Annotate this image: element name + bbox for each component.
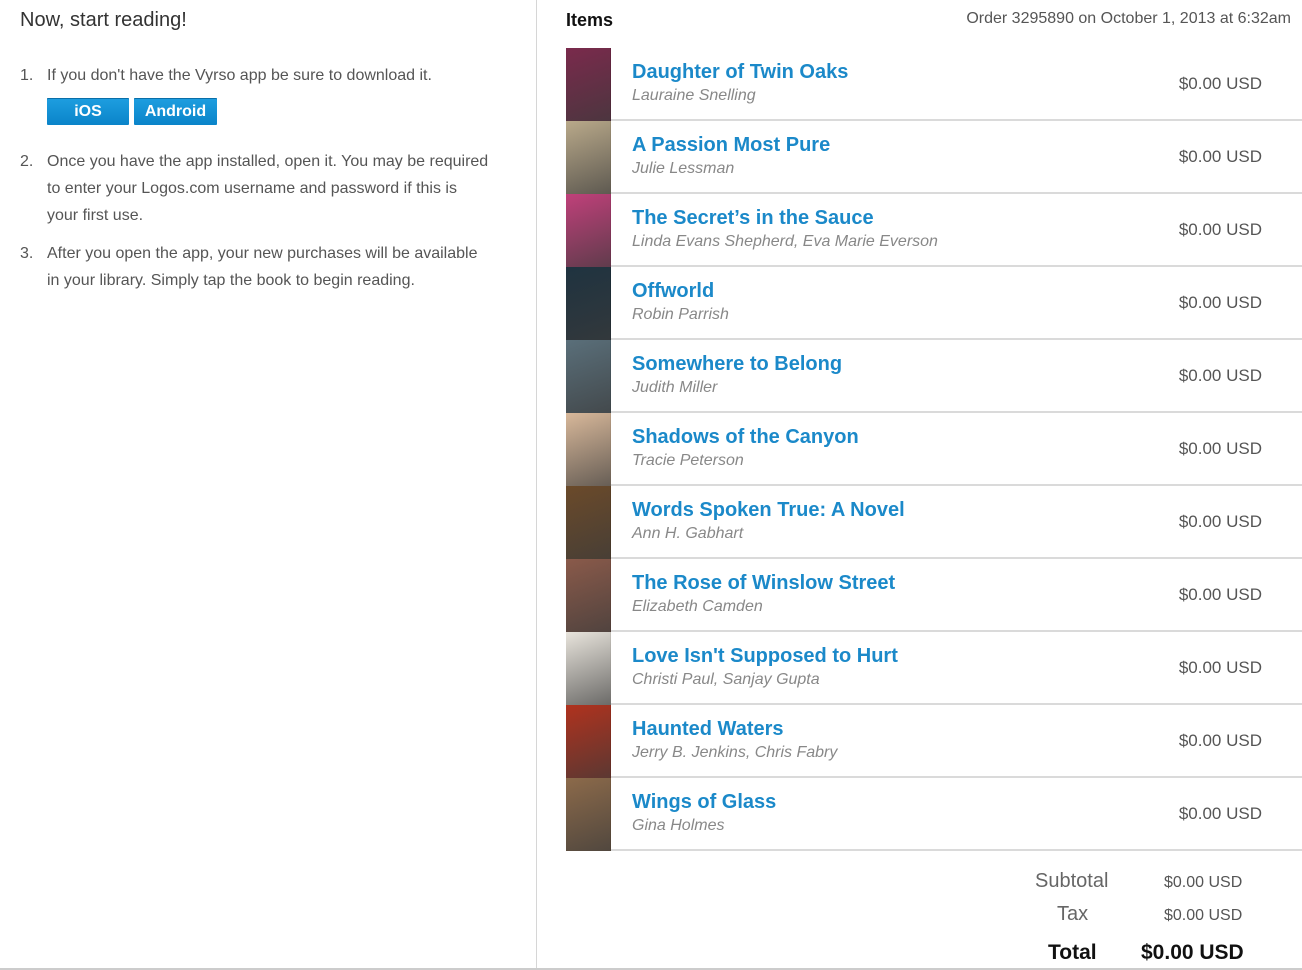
order-item: Wings of Glass Gina Holmes $0.00 USD bbox=[566, 778, 1302, 851]
order-item: Offworld Robin Parrish $0.00 USD bbox=[566, 267, 1302, 340]
book-title-link[interactable]: Love Isn't Supposed to Hurt bbox=[632, 645, 898, 668]
item-price: $0.00 USD bbox=[1178, 658, 1262, 677]
item-price: $0.00 USD bbox=[1178, 147, 1262, 166]
ios-download-button[interactable]: iOS bbox=[47, 98, 129, 125]
order-item: Haunted Waters Jerry B. Jenkins, Chris F… bbox=[566, 705, 1302, 778]
book-cover-image[interactable] bbox=[566, 121, 611, 194]
step-text: After you open the app, your new purchas… bbox=[47, 245, 478, 289]
book-author: Julie Lessman bbox=[632, 160, 735, 177]
subtotal-label: Subtotal bbox=[1035, 870, 1109, 892]
order-item: Somewhere to Belong Judith Miller $0.00 … bbox=[566, 340, 1302, 413]
order-item: Love Isn't Supposed to Hurt Christi Paul… bbox=[566, 632, 1302, 705]
book-author: Christi Paul, Sanjay Gupta bbox=[632, 671, 820, 688]
book-cover-image[interactable] bbox=[566, 340, 611, 413]
step-2: 2. Once you have the app installed, open… bbox=[20, 148, 490, 240]
book-author: Elizabeth Camden bbox=[632, 598, 763, 615]
book-author: Gina Holmes bbox=[632, 817, 725, 834]
order-item: Words Spoken True: A Novel Ann H. Gabhar… bbox=[566, 486, 1302, 559]
order-item: The Secret’s in the Sauce Linda Evans Sh… bbox=[566, 194, 1302, 267]
book-title-link[interactable]: Wings of Glass bbox=[632, 791, 776, 814]
book-title-link[interactable]: Words Spoken True: A Novel bbox=[632, 499, 905, 522]
book-cover-image[interactable] bbox=[566, 705, 611, 778]
book-author: Jerry B. Jenkins, Chris Fabry bbox=[632, 744, 838, 761]
order-items-list: Daughter of Twin Oaks Lauraine Snelling … bbox=[566, 48, 1302, 851]
book-cover-image[interactable] bbox=[566, 778, 611, 851]
app-download-buttons: iOS Android bbox=[47, 98, 217, 125]
book-cover-image[interactable] bbox=[566, 413, 611, 486]
step-text: If you don't have the Vyrso app be sure … bbox=[47, 67, 432, 84]
subtotal-value: $0.00 USD bbox=[1164, 874, 1243, 891]
book-author: Robin Parrish bbox=[632, 306, 729, 323]
book-author: Tracie Peterson bbox=[632, 452, 744, 469]
item-price: $0.00 USD bbox=[1178, 220, 1262, 239]
item-price: $0.00 USD bbox=[1178, 731, 1262, 750]
book-title-link[interactable]: Daughter of Twin Oaks bbox=[632, 61, 848, 84]
book-author: Ann H. Gabhart bbox=[632, 525, 744, 542]
book-author: Judith Miller bbox=[632, 379, 718, 396]
order-info: Order 3295890 on October 1, 2013 at 6:32… bbox=[966, 10, 1291, 27]
step-number: 3. bbox=[20, 245, 34, 262]
book-title-link[interactable]: Shadows of the Canyon bbox=[632, 426, 859, 449]
tax-value: $0.00 USD bbox=[1164, 907, 1243, 924]
instructions-title: Now, start reading! bbox=[20, 9, 187, 31]
items-heading: Items bbox=[566, 10, 614, 30]
book-cover-image[interactable] bbox=[566, 632, 611, 705]
step-text: Once you have the app installed, open it… bbox=[47, 153, 489, 224]
book-author: Lauraine Snelling bbox=[632, 87, 756, 104]
order-item: A Passion Most Pure Julie Lessman $0.00 … bbox=[566, 121, 1302, 194]
step-number: 2. bbox=[20, 153, 34, 170]
order-panel: Items Order 3295890 on October 1, 2013 a… bbox=[538, 0, 1302, 968]
item-price: $0.00 USD bbox=[1178, 804, 1262, 823]
step-number: 1. bbox=[20, 67, 34, 84]
instructions-panel: Now, start reading! 1. If you don't have… bbox=[0, 0, 537, 968]
book-title-link[interactable]: A Passion Most Pure bbox=[632, 134, 830, 157]
step-3: 3. After you open the app, your new purc… bbox=[20, 240, 490, 294]
item-price: $0.00 USD bbox=[1178, 585, 1262, 604]
item-price: $0.00 USD bbox=[1178, 366, 1262, 385]
book-cover-image[interactable] bbox=[566, 48, 611, 121]
book-title-link[interactable]: Somewhere to Belong bbox=[632, 353, 842, 376]
book-cover-image[interactable] bbox=[566, 267, 611, 340]
item-price: $0.00 USD bbox=[1178, 293, 1262, 312]
tax-label: Tax bbox=[1057, 903, 1089, 925]
book-cover-image[interactable] bbox=[566, 486, 611, 559]
book-title-link[interactable]: Offworld bbox=[632, 280, 714, 303]
order-item: The Rose of Winslow Street Elizabeth Cam… bbox=[566, 559, 1302, 632]
item-price: $0.00 USD bbox=[1178, 74, 1262, 93]
item-price: $0.00 USD bbox=[1178, 512, 1262, 531]
item-price: $0.00 USD bbox=[1178, 439, 1262, 458]
total-value: $0.00 USD bbox=[1141, 941, 1244, 964]
step-1: 1. If you don't have the Vyrso app be su… bbox=[20, 62, 490, 148]
instruction-steps: 1. If you don't have the Vyrso app be su… bbox=[20, 62, 490, 294]
android-download-button[interactable]: Android bbox=[134, 98, 217, 125]
book-author: Linda Evans Shepherd, Eva Marie Everson bbox=[632, 233, 938, 250]
book-title-link[interactable]: The Rose of Winslow Street bbox=[632, 572, 895, 595]
book-cover-image[interactable] bbox=[566, 559, 611, 632]
order-item: Shadows of the Canyon Tracie Peterson $0… bbox=[566, 413, 1302, 486]
total-label: Total bbox=[1048, 941, 1097, 964]
book-cover-image[interactable] bbox=[566, 194, 611, 267]
book-title-link[interactable]: The Secret’s in the Sauce bbox=[632, 207, 874, 230]
order-item: Daughter of Twin Oaks Lauraine Snelling … bbox=[566, 48, 1302, 121]
book-title-link[interactable]: Haunted Waters bbox=[632, 718, 784, 741]
